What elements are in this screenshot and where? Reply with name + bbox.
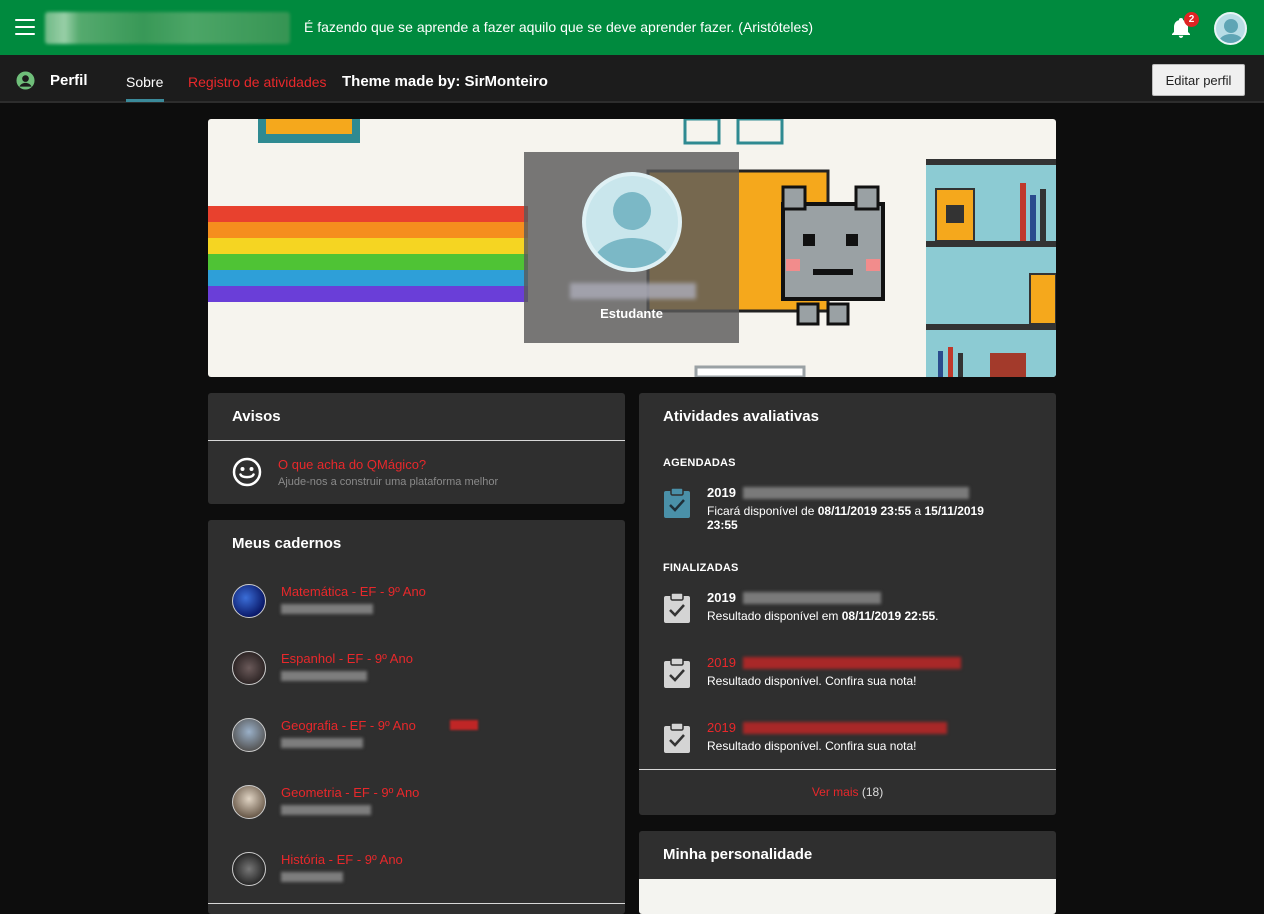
profile-banner: Estudante [208,119,1056,377]
atividades-title: Atividades avaliativas [663,408,819,425]
caderno-name: Geografia - EF - 9º Ano [281,718,416,733]
card-divider [208,440,625,441]
caderno-meta-redacted [281,671,367,681]
caderno-meta-redacted [281,604,373,614]
card-divider [208,903,625,904]
person-icon [16,71,35,90]
theme-credit: Theme made by: SirMonteiro [342,73,548,90]
caderno-badge-redacted [450,720,478,730]
atividade-finalizada[interactable]: 2019 Resultado disponível em 08/11/2019 … [663,590,1033,626]
atividade-title-redacted [743,657,961,669]
header-quote: É fazendo que se aprende a fazer aquilo … [304,19,813,35]
atividade-finalizada[interactable]: 2019 Resultado disponível. Confira sua n… [663,720,1033,756]
section-agendadas: AGENDADAS [663,457,736,469]
caderno-item[interactable]: Geografia - EF - 9º Ano [232,718,612,768]
tab-registro-atividades[interactable]: Registro de atividades [188,74,327,90]
atividade-title-redacted [743,592,881,604]
clipboard-check-icon [664,592,690,623]
notification-badge: 2 [1184,12,1199,27]
aviso-feedback-link[interactable]: O que acha do QMágico? [278,457,426,472]
menu-icon[interactable] [15,19,35,35]
caderno-thumbnail [232,651,266,685]
atividade-year: 2019 [707,590,736,605]
smiley-icon [232,457,262,487]
clipboard-check-icon [664,722,690,753]
atividade-agendada[interactable]: 2019 Ficará disponível de 08/11/2019 23:… [663,485,1033,535]
atividade-result: Resultado disponível em 08/11/2019 22:55… [707,609,939,623]
caderno-name: Matemática - EF - 9º Ano [281,584,426,599]
clipboard-check-icon [664,487,690,518]
profile-name-redacted [570,283,696,299]
caderno-thumbnail [232,718,266,752]
school-logo[interactable] [45,12,290,44]
atividade-result: Resultado disponível. Confira sua nota! [707,674,917,688]
atividade-title-redacted [743,487,969,499]
atividade-year: 2019 [707,720,736,735]
atividade-result: Resultado disponível. Confira sua nota! [707,739,917,753]
profile-role: Estudante [600,306,663,321]
user-avatar-icon[interactable] [1214,12,1247,45]
profile-avatar[interactable] [582,172,682,272]
caderno-item[interactable]: Espanhol - EF - 9º Ano [232,651,612,701]
cadernos-card: Meus cadernos Matemática - EF - 9º Ano E… [208,520,625,914]
active-tab-indicator [126,99,164,102]
caderno-name: Espanhol - EF - 9º Ano [281,651,413,666]
atividade-year: 2019 [707,655,736,670]
caderno-meta-redacted [281,872,343,882]
aviso-subtitle: Ajude-nos a construir uma plataforma mel… [278,476,499,488]
caderno-name: Geometria - EF - 9º Ano [281,785,420,800]
caderno-item[interactable]: História - EF - 9º Ano [232,852,612,902]
avisos-card: Avisos O que acha do QMágico? Ajude-nos … [208,393,625,504]
clipboard-check-icon [664,657,690,688]
atividade-year: 2019 [707,485,736,500]
edit-profile-button[interactable]: Editar perfil [1152,64,1245,96]
caderno-meta-redacted [281,738,363,748]
caderno-thumbnail [232,785,266,819]
atividade-availability: Ficará disponível de 08/11/2019 23:55 a … [707,504,984,532]
avisos-title: Avisos [232,408,281,425]
caderno-meta-redacted [281,805,371,815]
caderno-thumbnail [232,852,266,886]
profile-card: Estudante [524,152,739,343]
atividade-finalizada[interactable]: 2019 Resultado disponível. Confira sua n… [663,655,1033,691]
tab-sobre[interactable]: Sobre [126,74,163,90]
section-finalizadas: FINALIZADAS [663,562,739,574]
atividade-title-redacted [743,722,947,734]
page-title: Perfil [50,72,88,89]
atividades-card: Atividades avaliativas AGENDADAS 2019 Fi… [639,393,1056,815]
card-divider [639,769,1056,770]
cadernos-title: Meus cadernos [232,535,342,552]
personalidade-image [639,879,1056,914]
caderno-item[interactable]: Geometria - EF - 9º Ano [232,785,612,835]
caderno-name: História - EF - 9º Ano [281,852,403,867]
top-bar: É fazendo que se aprende a fazer aquilo … [0,0,1264,55]
profile-nav: Perfil Sobre Registro de atividades Them… [0,55,1264,103]
ver-mais-link[interactable]: Ver mais (18) [639,785,1056,799]
personalidade-title: Minha personalidade [663,846,813,863]
personalidade-card: Minha personalidade [639,831,1056,914]
caderno-thumbnail [232,584,266,618]
caderno-item[interactable]: Matemática - EF - 9º Ano [232,584,612,634]
